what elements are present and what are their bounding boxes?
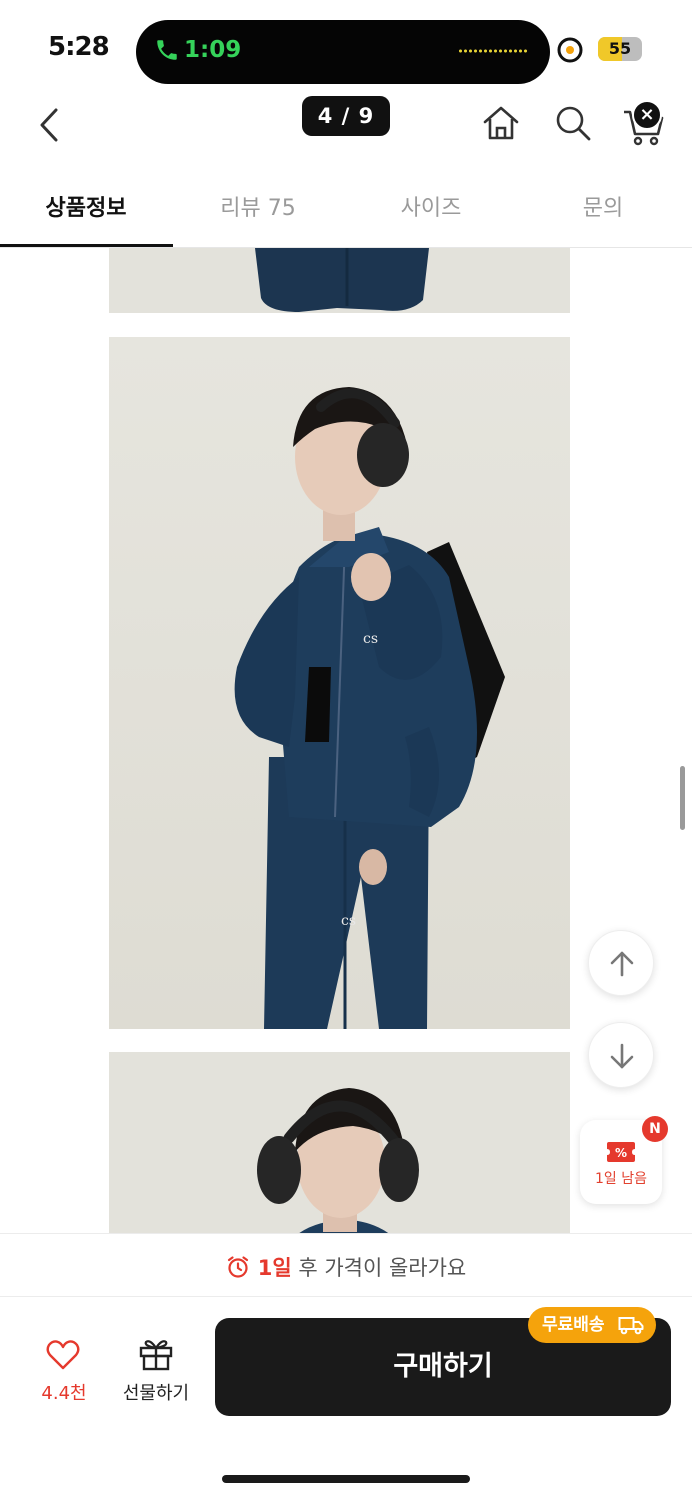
home-icon[interactable]: [480, 102, 522, 144]
product-photo-model-headphones: [257, 1088, 419, 1233]
like-count: 4.4천: [41, 1383, 87, 1404]
image-page-counter: 4 / 9: [302, 96, 390, 136]
audio-waveform-icon: [458, 49, 528, 53]
call-indicator[interactable]: 1:09: [136, 20, 550, 84]
close-icon[interactable]: ×: [632, 100, 662, 130]
price-increase-notice: 1일 후 가격이 올라가요: [0, 1233, 692, 1297]
tab-reviews[interactable]: 리뷰 75: [172, 190, 344, 222]
call-duration: 1:09: [184, 37, 242, 63]
tab-size[interactable]: 사이즈: [345, 190, 517, 222]
battery-level: 55: [608, 39, 632, 58]
notice-text: 후 가격이 올라가요: [291, 1256, 467, 1280]
notice-day-count: 1일: [257, 1256, 292, 1280]
arrow-up-icon: [610, 951, 634, 977]
scroll-bottom-button[interactable]: [588, 1022, 654, 1088]
gift-icon: [139, 1340, 173, 1371]
tab-product-info[interactable]: 상품정보: [0, 190, 172, 222]
product-photo-pants: [255, 248, 429, 312]
status-bar: 5:28 1:09 55: [0, 0, 692, 90]
gift-button[interactable]: 선물하기: [112, 1337, 200, 1404]
status-time: 5:28: [48, 32, 110, 62]
active-tab-indicator: [0, 244, 173, 247]
battery-indicator: 55: [598, 37, 642, 61]
coupon-symbol: %: [615, 1146, 627, 1160]
product-photo-model-tracksuit: cs cs: [234, 387, 505, 1029]
scroll-top-button[interactable]: [588, 930, 654, 996]
product-photo: [109, 248, 570, 313]
arrow-down-icon: [610, 1043, 634, 1069]
purchase-bar: 4.4천 선물하기 구매하기 무료배송: [0, 1297, 692, 1500]
like-button[interactable]: 4.4천: [26, 1339, 102, 1404]
alarm-clock-icon: [227, 1256, 248, 1278]
truck-icon: [618, 1317, 644, 1335]
home-indicator[interactable]: [222, 1475, 470, 1483]
phone-icon: [157, 40, 177, 60]
heart-icon: [46, 1340, 80, 1370]
new-badge: N: [642, 1116, 668, 1142]
product-photo: [109, 1052, 570, 1233]
product-photo: cs cs: [109, 337, 570, 1029]
free-shipping-badge: 무료배송: [528, 1307, 656, 1343]
svg-text:cs: cs: [341, 913, 356, 929]
free-shipping-label: 무료배송: [542, 1315, 605, 1335]
scrollbar-thumb[interactable]: [680, 766, 685, 830]
search-icon[interactable]: [552, 102, 594, 144]
chevron-left-icon[interactable]: [30, 102, 70, 148]
coupon-ticket-icon: %: [607, 1142, 635, 1162]
gift-label: 선물하기: [122, 1383, 190, 1404]
coupon-remaining-label: 1일 남음: [595, 1171, 647, 1187]
svg-text:cs: cs: [363, 631, 378, 647]
tab-inquiry[interactable]: 문의: [517, 190, 689, 222]
hotspot-icon: [557, 37, 583, 63]
product-tabs: 상품정보 리뷰 75 사이즈 문의: [0, 160, 692, 248]
top-navigation: 4 / 9: [0, 90, 692, 160]
